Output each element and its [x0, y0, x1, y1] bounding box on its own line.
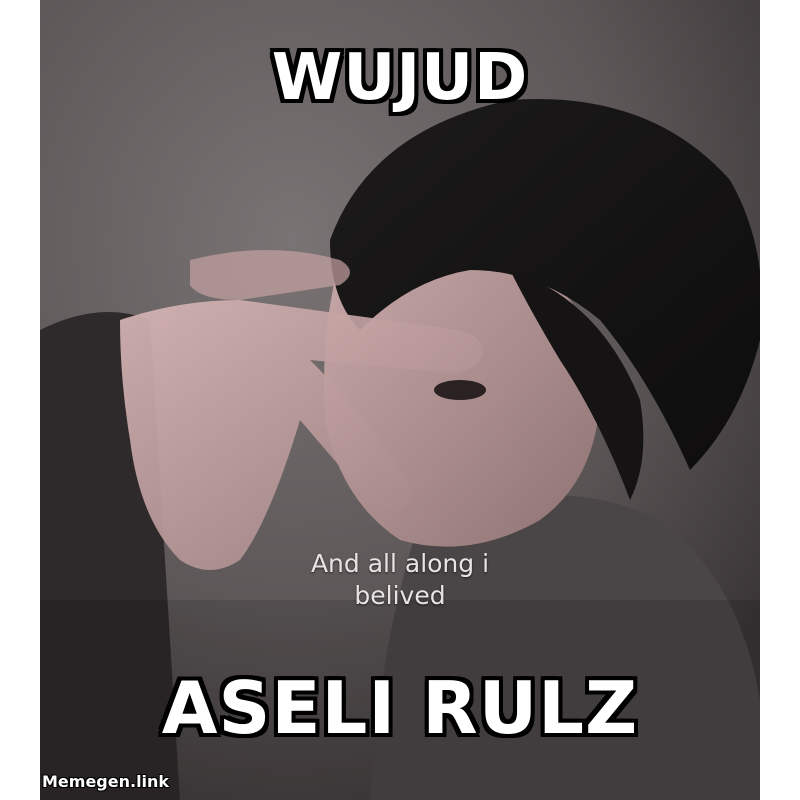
top-caption: WUJUD — [271, 41, 529, 115]
watermark: Memegen.link — [42, 772, 170, 791]
subtitle-line-2: belived — [354, 581, 446, 610]
video-subtitle: And all along i belived — [40, 548, 760, 612]
subtitle-line-1: And all along i — [310, 549, 490, 578]
bottom-caption: ASELI RULZ — [161, 666, 639, 750]
eye — [434, 380, 486, 400]
meme-photo: WUJUD And all along i belived ASELI RULZ — [40, 0, 760, 800]
meme-canvas: WUJUD And all along i belived ASELI RULZ… — [0, 0, 800, 800]
